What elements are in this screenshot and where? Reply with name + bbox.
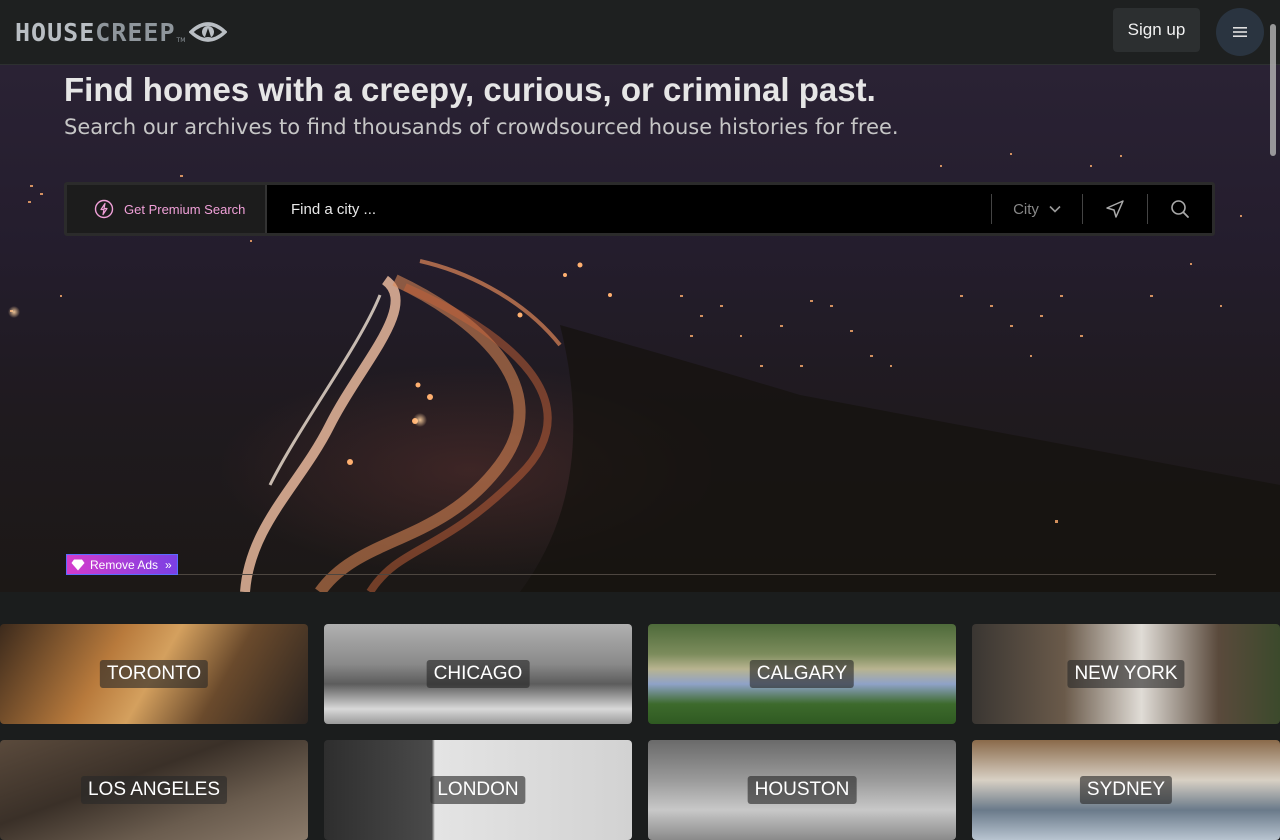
site-logo[interactable]: HOUSECREEP TM: [15, 14, 228, 50]
hero-divider: [178, 574, 1216, 575]
site-header: HOUSECREEP TM Sign up: [0, 0, 1280, 65]
logo-tm: TM: [176, 37, 186, 44]
city-search-input[interactable]: [267, 185, 991, 233]
search-icon: [1171, 200, 1189, 218]
city-tile-toronto[interactable]: TORONTO: [0, 624, 308, 724]
diamond-icon: [71, 559, 85, 570]
logo-house: HOUSE: [15, 17, 96, 47]
menu-button[interactable]: [1216, 8, 1264, 56]
remove-ads-label: Remove Ads: [90, 557, 159, 572]
eye-icon: [189, 22, 228, 42]
logo-creep: CREEP: [95, 17, 176, 47]
search-type-select[interactable]: City: [992, 185, 1082, 233]
remove-ads-button[interactable]: Remove Ads »: [66, 554, 178, 575]
signup-button[interactable]: Sign up: [1113, 8, 1200, 52]
hero-title: Find homes with a creepy, curious, or cr…: [64, 71, 876, 108]
city-tile-label: TORONTO: [99, 660, 209, 688]
hero-section: Find homes with a creepy, curious, or cr…: [0, 65, 1280, 592]
search-type-label: City: [1013, 200, 1039, 218]
hamburger-icon: [1233, 27, 1247, 37]
logo-text: HOUSECREEP: [15, 18, 176, 47]
search-button[interactable]: [1148, 185, 1212, 233]
premium-search-button[interactable]: Get Premium Search: [67, 185, 267, 233]
city-tile-label: CHICAGO: [426, 660, 530, 688]
lightning-icon: [94, 199, 114, 219]
search-bar: Get Premium Search City: [64, 182, 1215, 236]
chevron-down-icon: [1049, 205, 1061, 213]
location-arrow-icon: [1106, 200, 1124, 218]
city-tile-houston[interactable]: HOUSTON: [648, 740, 956, 840]
city-tile-label: NEW YORK: [1067, 660, 1185, 688]
city-tile-label: CALGARY: [749, 660, 855, 688]
city-tile-sydney[interactable]: SYDNEY: [972, 740, 1280, 840]
city-grid: TORONTO CHICAGO CALGARY NEW YORK LOS ANG…: [0, 592, 1280, 840]
city-tile-calgary[interactable]: CALGARY: [648, 624, 956, 724]
use-location-button[interactable]: [1083, 185, 1147, 233]
hero-background-image: [8, 153, 1280, 592]
hero-subtitle: Search our archives to find thousands of…: [64, 115, 899, 139]
city-tile-new-york[interactable]: NEW YORK: [972, 624, 1280, 724]
remove-ads-chevron: »: [165, 557, 172, 572]
premium-search-label: Get Premium Search: [124, 201, 246, 217]
page-scrollbar[interactable]: [1270, 24, 1276, 156]
city-tile-chicago[interactable]: CHICAGO: [324, 624, 632, 724]
city-tile-london[interactable]: LONDON: [324, 740, 632, 840]
city-tile-los-angeles[interactable]: LOS ANGELES: [0, 740, 308, 840]
